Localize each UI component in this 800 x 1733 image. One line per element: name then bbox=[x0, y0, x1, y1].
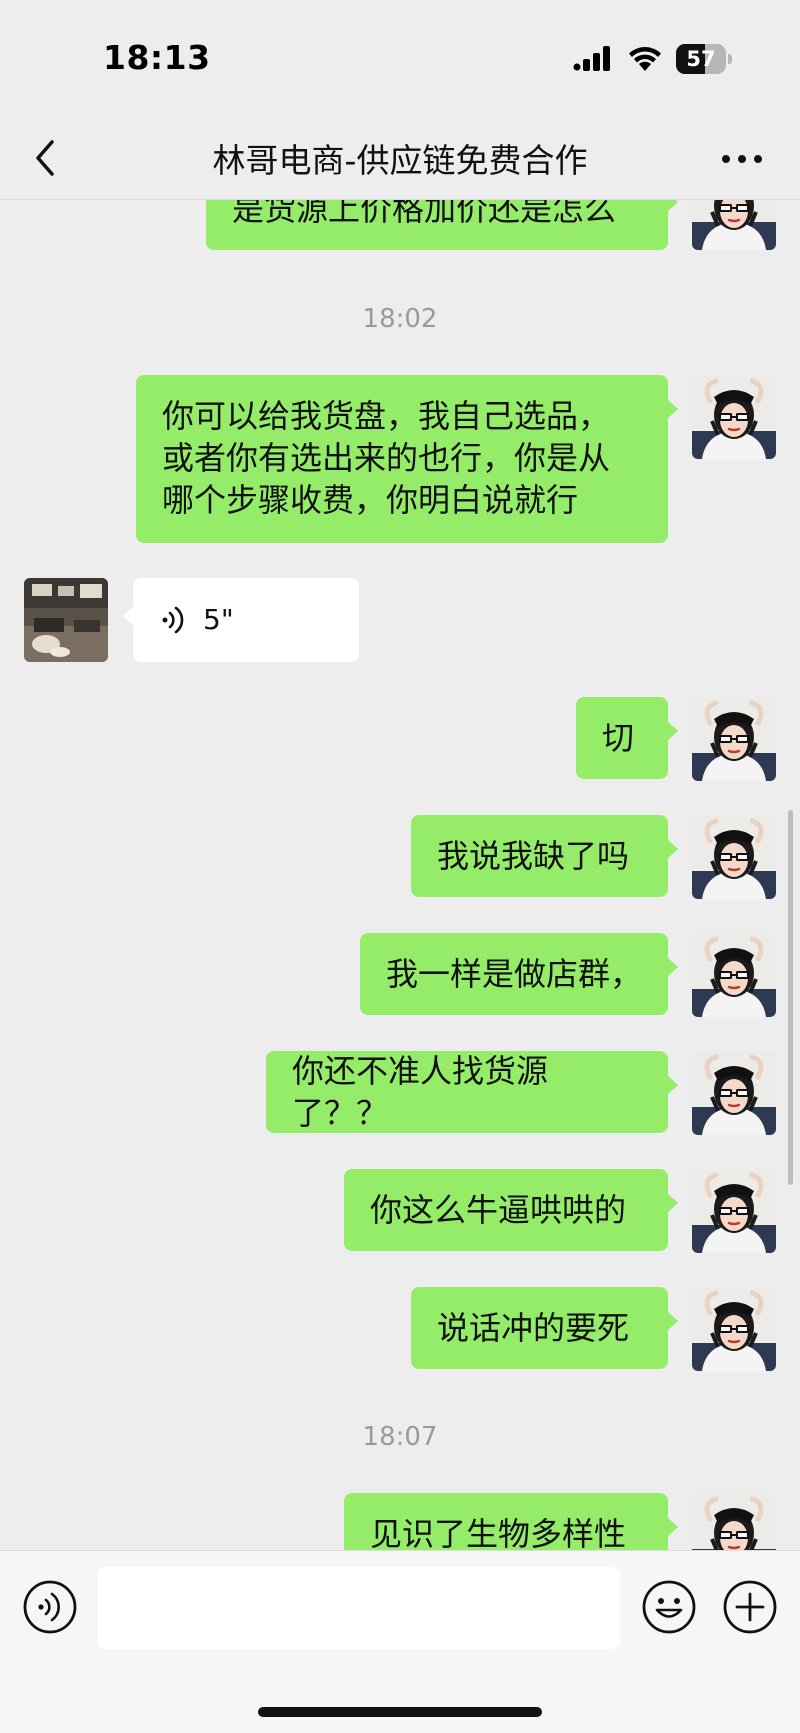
scrollbar[interactable] bbox=[788, 810, 793, 1185]
woman-sunglasses-icon bbox=[692, 1287, 776, 1371]
my-avatar[interactable] bbox=[692, 1493, 776, 1550]
status-bar: 18:13 57 bbox=[0, 0, 800, 118]
woman-sunglasses-icon bbox=[692, 1493, 776, 1550]
voice-duration: 5" bbox=[203, 603, 234, 636]
wifi-icon bbox=[629, 47, 661, 71]
my-avatar[interactable] bbox=[692, 1169, 776, 1253]
status-time: 18:13 bbox=[103, 38, 211, 77]
battery-icon: 57 bbox=[676, 44, 732, 74]
message-line: 或者你有选出来的也行，你是从 bbox=[162, 439, 611, 477]
woman-sunglasses-icon bbox=[692, 697, 776, 781]
plus-icon[interactable] bbox=[722, 1579, 778, 1635]
message-text: 是货源上价格加价还是怎么 bbox=[232, 200, 617, 228]
voice-wave-icon bbox=[162, 606, 184, 634]
message-bubble[interactable]: 切 bbox=[576, 697, 678, 779]
message-bubble[interactable]: 说话冲的要死 bbox=[411, 1287, 678, 1369]
my-avatar[interactable] bbox=[692, 1051, 776, 1135]
office-photo-icon bbox=[24, 578, 108, 662]
voice-message-bubble[interactable]: 5" bbox=[123, 578, 359, 662]
chevron-left-icon[interactable] bbox=[30, 136, 60, 180]
input-bar bbox=[0, 1550, 800, 1733]
message-bubble[interactable]: 我一样是做店群， bbox=[360, 933, 678, 1015]
message-bubble[interactable]: 见识了生物多样性 bbox=[344, 1493, 678, 1550]
nav-bar: 林哥电商-供应链免费合作 bbox=[0, 118, 800, 200]
message-input[interactable] bbox=[98, 1567, 620, 1649]
woman-sunglasses-icon bbox=[692, 375, 776, 459]
my-avatar[interactable] bbox=[692, 375, 776, 459]
message-text: 我一样是做店群， bbox=[386, 955, 643, 993]
chat-title: 林哥电商-供应链免费合作 bbox=[212, 141, 588, 180]
chat-screen: 18:13 57 林哥电商-供应链免费合作 是货源上价格加价还是怎么 18:02… bbox=[0, 0, 800, 1733]
message-text: 切 bbox=[602, 719, 635, 757]
message-line: 你可以给我货盘，我自己选品， bbox=[162, 397, 611, 435]
woman-sunglasses-icon bbox=[692, 815, 776, 899]
message-text: 你还不准人找货源了？？ bbox=[292, 1052, 549, 1132]
woman-sunglasses-icon bbox=[692, 933, 776, 1017]
message-bubble[interactable]: 你还不准人找货源了？？ bbox=[266, 1051, 678, 1133]
more-icon[interactable] bbox=[718, 144, 766, 174]
signal-icon bbox=[573, 46, 610, 71]
message-text: 见识了生物多样性 bbox=[370, 1515, 627, 1550]
emoji-icon[interactable] bbox=[641, 1579, 697, 1635]
my-avatar[interactable] bbox=[692, 200, 776, 250]
message-timestamp: 18:02 bbox=[362, 304, 438, 334]
my-avatar[interactable] bbox=[692, 933, 776, 1017]
my-avatar[interactable] bbox=[692, 697, 776, 781]
message-line: 哪个步骤收费，你明白说就行 bbox=[162, 481, 579, 519]
voice-mode-icon[interactable] bbox=[22, 1579, 78, 1635]
message-text: 说话冲的要死 bbox=[437, 1309, 630, 1347]
message-bubble[interactable]: 你可以给我货盘，我自己选品， 或者你有选出来的也行，你是从 哪个步骤收费，你明白… bbox=[136, 375, 678, 543]
my-avatar[interactable] bbox=[692, 1287, 776, 1371]
home-indicator bbox=[258, 1707, 542, 1717]
woman-sunglasses-icon bbox=[692, 200, 776, 250]
message-text: 你这么牛逼哄哄的 bbox=[370, 1191, 627, 1229]
message-bubble[interactable]: 我说我缺了吗 bbox=[411, 815, 678, 897]
message-bubble[interactable]: 你这么牛逼哄哄的 bbox=[344, 1169, 678, 1251]
woman-sunglasses-icon bbox=[692, 1051, 776, 1135]
message-bubble[interactable]: 是货源上价格加价还是怎么 bbox=[206, 200, 678, 250]
woman-sunglasses-icon bbox=[692, 1169, 776, 1253]
message-list[interactable]: 是货源上价格加价还是怎么 18:02 你可以给我货盘，我自己选品， 或者你有选出… bbox=[0, 200, 800, 1550]
my-avatar[interactable] bbox=[692, 815, 776, 899]
message-timestamp: 18:07 bbox=[362, 1422, 438, 1452]
contact-avatar[interactable] bbox=[24, 578, 108, 662]
battery-level: 57 bbox=[686, 47, 716, 71]
message-text: 我说我缺了吗 bbox=[437, 837, 630, 875]
